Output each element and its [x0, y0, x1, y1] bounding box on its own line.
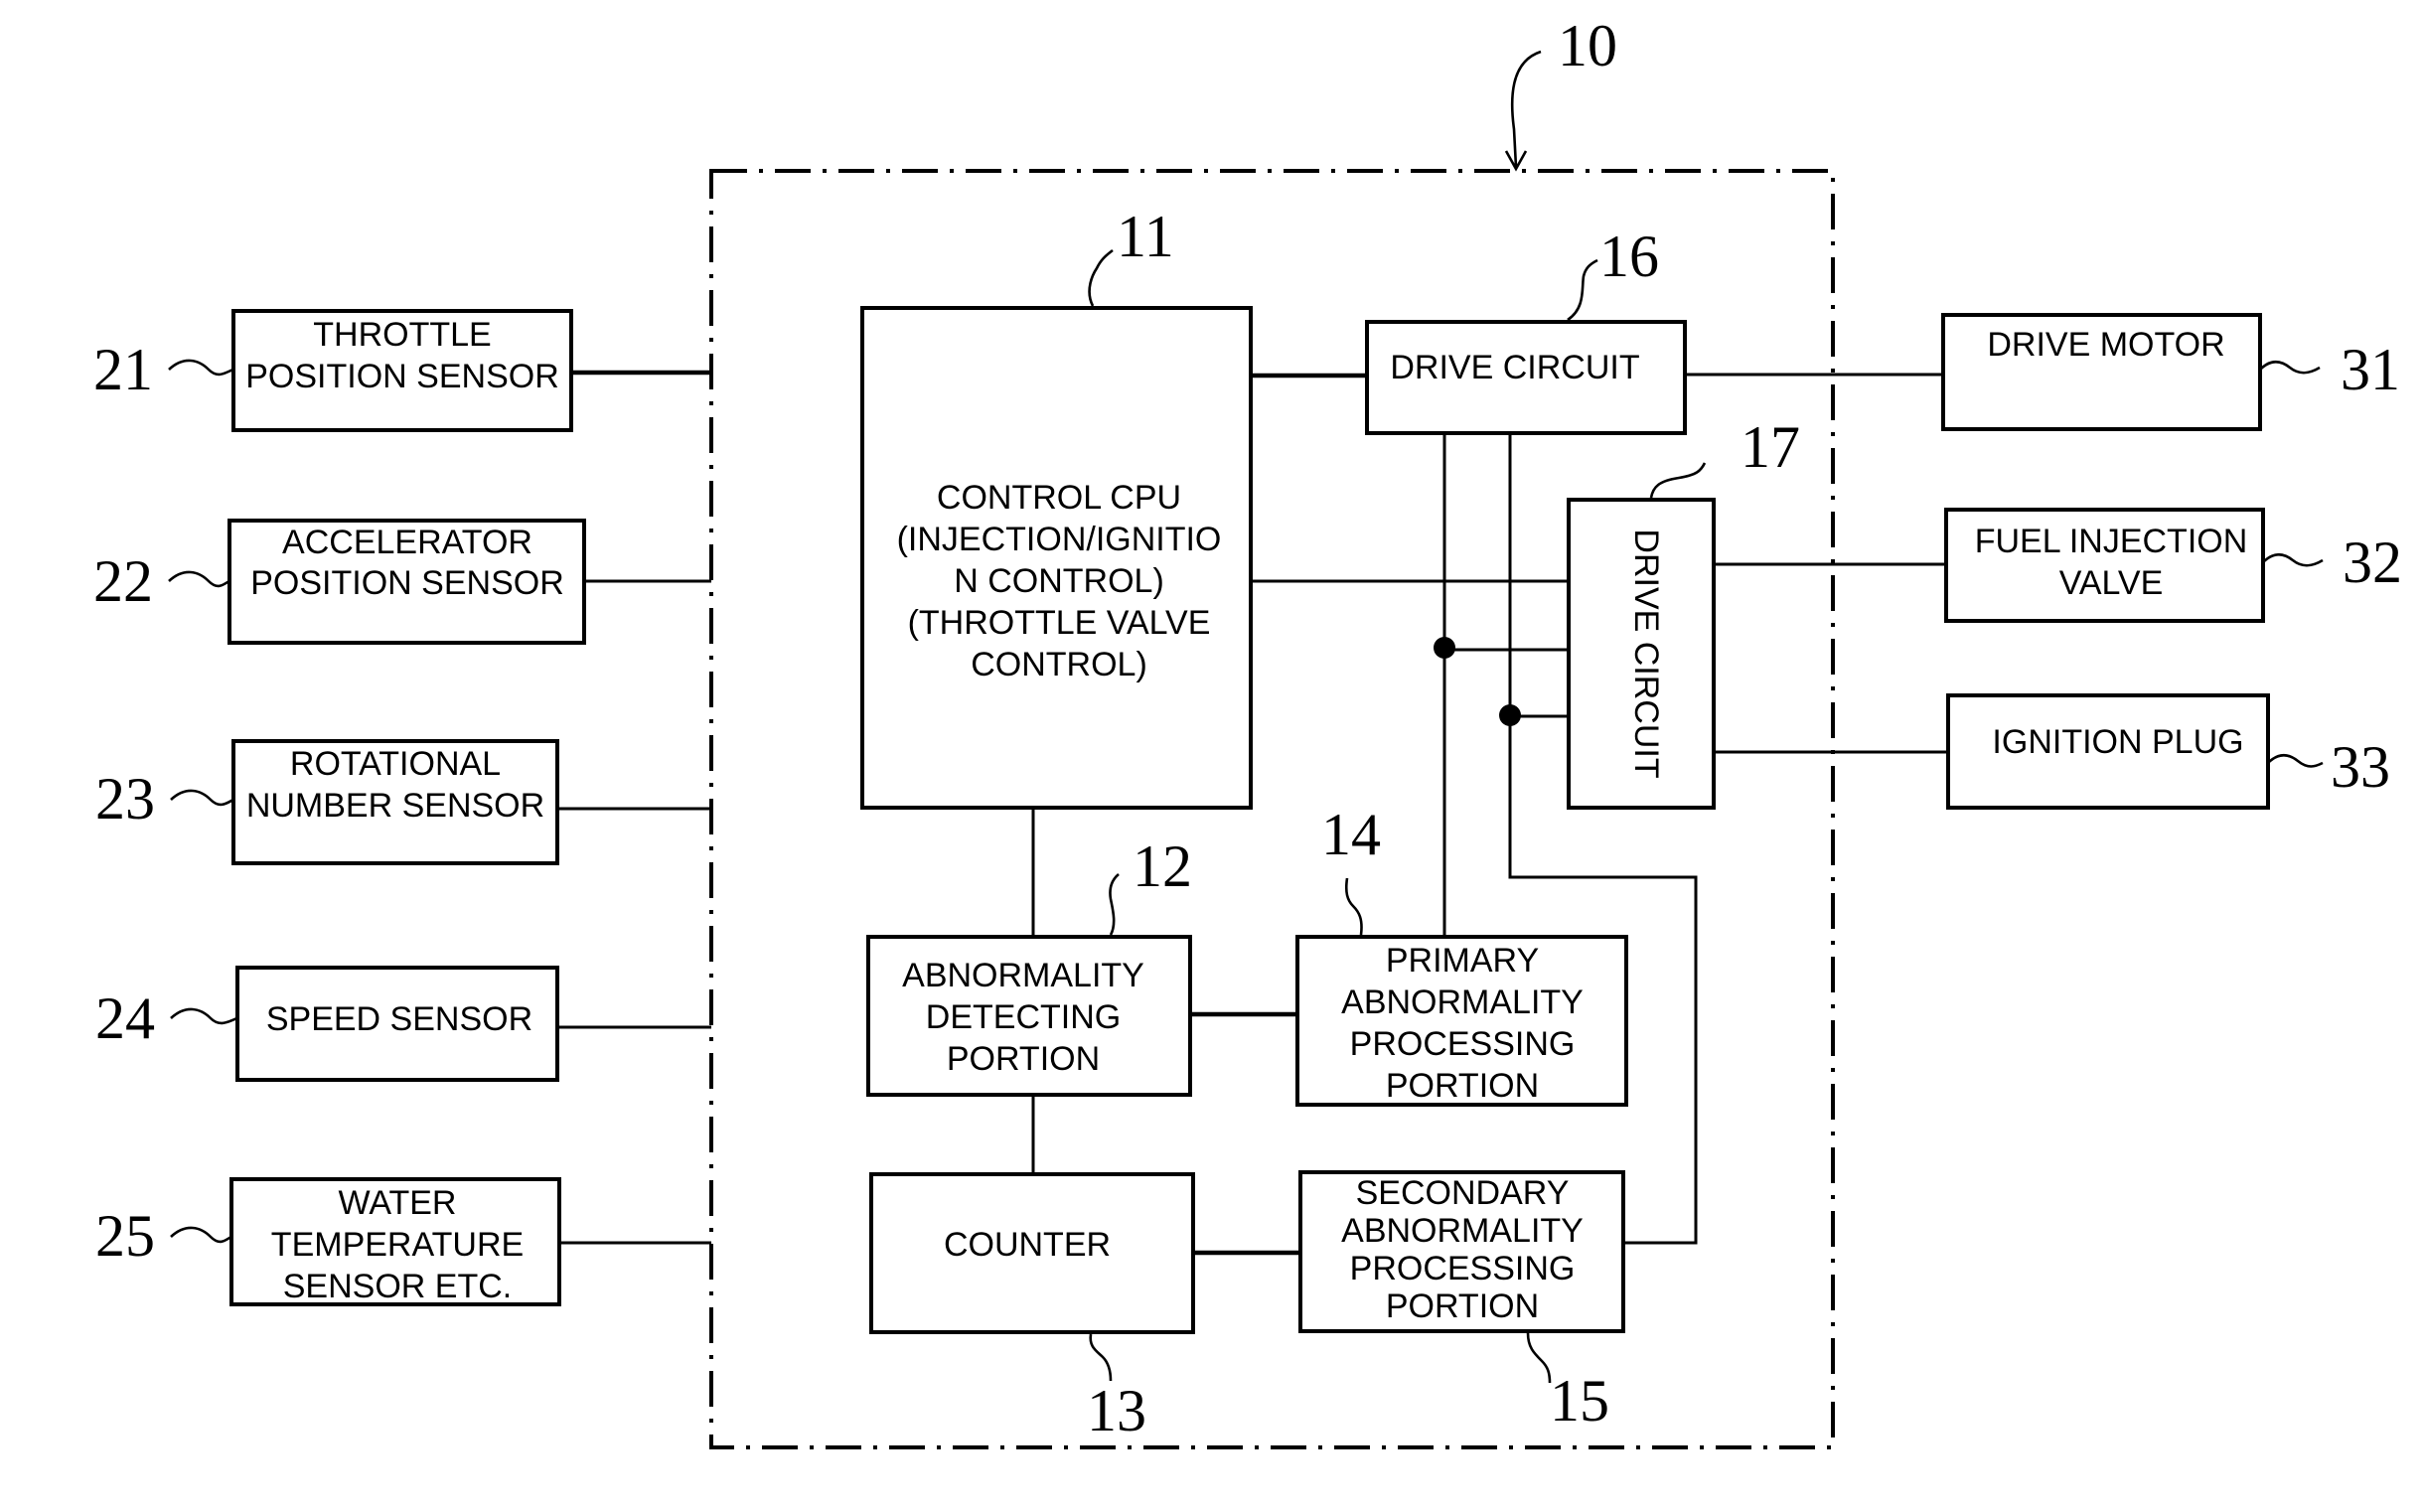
sensor-label-line: NUMBER SENSOR	[246, 787, 544, 825]
portion-label-line: SECONDARY	[1356, 1174, 1570, 1212]
sensor-ref: 23	[95, 766, 155, 832]
counter-label: COUNTER	[944, 1226, 1111, 1264]
counter-ref: 13	[1087, 1378, 1146, 1443]
sensor-label-line: WATER	[339, 1184, 457, 1222]
actuator-ref: 33	[2331, 734, 2390, 800]
portion-label-line: PORTION	[947, 1040, 1100, 1078]
portion-label-line: PORTION	[1386, 1067, 1539, 1105]
abnormality-detecting-portion: ABNORMALITY DETECTING PORTION 12	[866, 833, 1192, 1097]
actuator-label-line: IGNITION PLUG	[1992, 723, 2243, 761]
sensor-ref: 22	[93, 548, 153, 614]
sensor-rotational-number: ROTATIONAL NUMBER SENSOR 23	[95, 739, 711, 865]
portion-label-line: ABNORMALITY	[1341, 983, 1584, 1021]
system-ref-label: 10	[1558, 13, 1617, 78]
system-ref-leader	[1504, 50, 1542, 172]
actuator-label-line: FUEL INJECTION	[1975, 523, 2248, 560]
cpu-label-line: N CONTROL)	[954, 562, 1164, 600]
sensor-ref: 25	[95, 1203, 155, 1269]
junction-dot	[1434, 637, 1455, 659]
sensor-label-line: SENSOR ETC.	[283, 1268, 512, 1305]
counter: COUNTER 13	[869, 1172, 1195, 1443]
sensor-water-temperature: WATER TEMPERATURE SENSOR ETC. 25	[95, 1177, 711, 1306]
sensor-label-line: SPEED SENSOR	[266, 1000, 532, 1038]
cpu-label-line: (INJECTION/IGNITIO	[897, 521, 1222, 558]
cpu-label-line: CONTROL)	[971, 646, 1147, 683]
sensor-label-line: TEMPERATURE	[271, 1226, 524, 1264]
actuator-ref: 31	[2341, 337, 2400, 402]
control-cpu: CONTROL CPU (INJECTION/IGNITIO N CONTROL…	[860, 204, 1253, 810]
portion-label-line: ABNORMALITY	[1341, 1212, 1584, 1250]
cpu-label-line: (THROTTLE VALVE	[908, 604, 1211, 642]
actuator-ignition-plug: IGNITION PLUG 33	[1714, 693, 2390, 810]
portion-label-line: ABNORMALITY	[902, 957, 1144, 994]
portion-ref: 15	[1550, 1368, 1609, 1434]
primary-abnormality-processing-portion: PRIMARY ABNORMALITY PROCESSING PORTION 1…	[1295, 802, 1628, 1107]
cpu-ref: 11	[1117, 204, 1174, 269]
sensor-ref: 24	[95, 985, 155, 1051]
actuator-label-line: VALVE	[2059, 564, 2164, 602]
actuator-ref: 32	[2343, 529, 2402, 595]
sensor-accelerator-position: ACCELERATOR POSITION SENSOR 22	[93, 519, 711, 645]
portion-ref: 14	[1321, 802, 1381, 867]
sensor-speed: SPEED SENSOR 24	[95, 966, 711, 1082]
drive-circuit-16: DRIVE CIRCUIT 16	[1365, 224, 1687, 435]
drive-circuit-ref: 17	[1741, 414, 1800, 480]
sensor-label-line: ROTATIONAL	[290, 745, 501, 783]
drive-circuit-label: DRIVE CIRCUIT	[1390, 349, 1639, 386]
block-diagram: 10 THROTTLE POSITION SENSOR 21 ACCELERAT…	[93, 13, 2402, 1449]
actuator-fuel-injection-valve: FUEL INJECTION VALVE 32	[1714, 508, 2402, 623]
drive-circuit-17: DRIVE CIRCUIT 17	[1567, 414, 1800, 810]
portion-label-line: PORTION	[1386, 1287, 1539, 1325]
portion-ref: 12	[1133, 833, 1192, 899]
sensor-label-line: POSITION SENSOR	[250, 564, 564, 602]
sensor-label-line: POSITION SENSOR	[245, 358, 559, 395]
drive-circuit-ref: 16	[1599, 224, 1659, 289]
portion-label-line: DETECTING	[926, 998, 1121, 1036]
actuator-drive-motor: DRIVE MOTOR 31	[1685, 313, 2400, 431]
portion-label-line: PRIMARY	[1386, 942, 1539, 980]
portion-label-line: PROCESSING	[1350, 1025, 1576, 1063]
cpu-label-line: CONTROL CPU	[937, 479, 1181, 517]
sensor-ref: 21	[93, 337, 153, 402]
sensor-label-line: ACCELERATOR	[282, 524, 532, 561]
sensor-throttle-position: THROTTLE POSITION SENSOR 21	[93, 309, 711, 432]
actuator-label-line: DRIVE MOTOR	[1987, 326, 2224, 364]
secondary-abnormality-processing-portion: SECONDARY ABNORMALITY PROCESSING PORTION…	[1298, 1170, 1625, 1434]
portion-label-line: PROCESSING	[1350, 1250, 1576, 1287]
drive-circuit-label: DRIVE CIRCUIT	[1627, 529, 1665, 778]
sensor-label-line: THROTTLE	[313, 316, 491, 354]
junction-dot	[1499, 704, 1521, 726]
